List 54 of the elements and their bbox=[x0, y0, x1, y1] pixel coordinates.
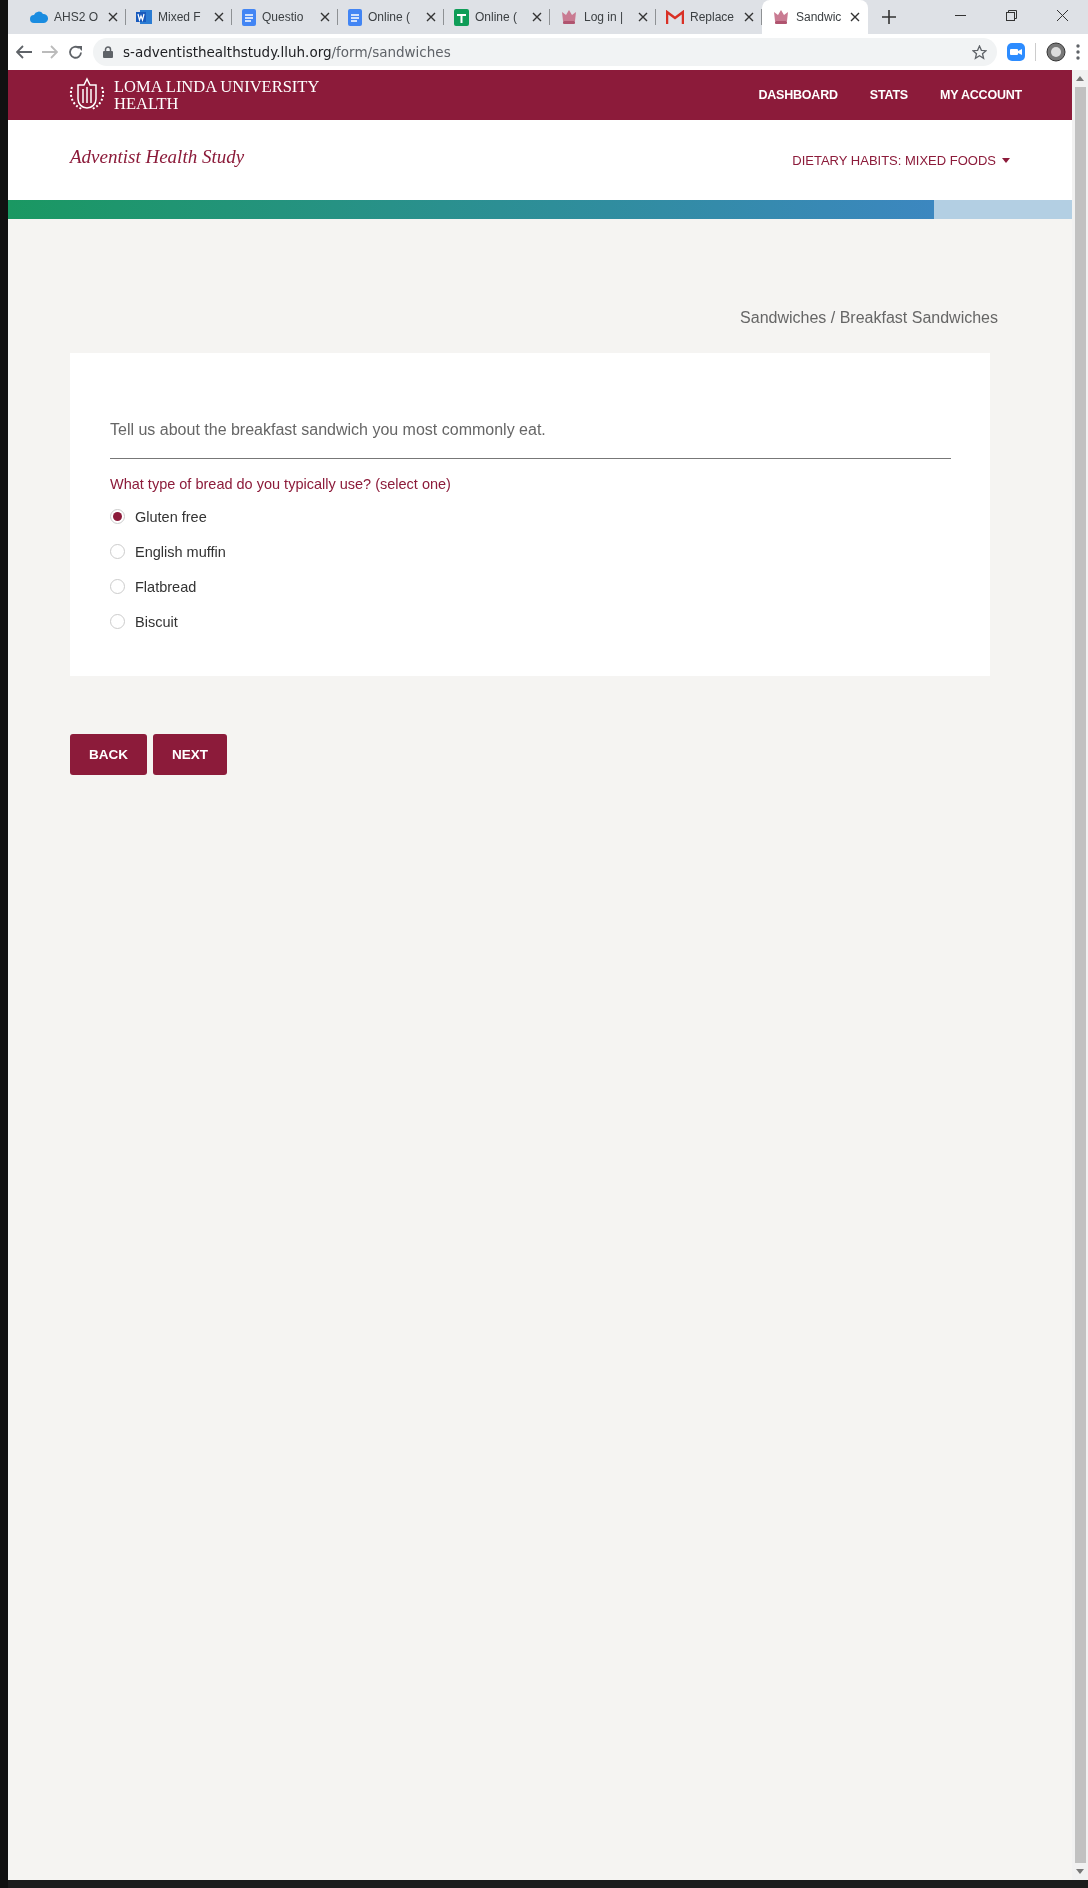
close-icon[interactable] bbox=[426, 12, 436, 22]
crest-icon bbox=[772, 9, 790, 25]
more-menu-icon[interactable] bbox=[1076, 44, 1080, 60]
browser-tab[interactable]: Online ( bbox=[444, 0, 550, 34]
option-label[interactable]: Biscuit bbox=[135, 613, 178, 630]
address-bar[interactable]: s-adventisthealthstudy.lluh.org/form/sandwiches bbox=[93, 38, 997, 66]
new-tab-icon[interactable] bbox=[882, 10, 896, 24]
close-icon[interactable] bbox=[744, 12, 754, 22]
document-icon bbox=[242, 8, 256, 26]
nav-button[interactable]: NEXT bbox=[153, 734, 227, 775]
star-icon[interactable] bbox=[972, 44, 987, 60]
university-name: LOMA LINDA UNIVERSITY HEALTH bbox=[114, 78, 320, 112]
lock-icon bbox=[103, 46, 113, 58]
restore-icon[interactable] bbox=[1006, 10, 1017, 21]
document-icon bbox=[348, 8, 362, 26]
browser-tab[interactable]: AHS2 O bbox=[20, 0, 126, 34]
scroll-up-icon[interactable] bbox=[1076, 76, 1084, 81]
profile-avatar-icon[interactable] bbox=[1046, 42, 1066, 62]
section-dropdown[interactable]: DIETARY HABITS: MIXED FOODS bbox=[792, 152, 1010, 168]
option-label[interactable]: Gluten free bbox=[135, 508, 207, 525]
browser-tab[interactable]: Questio bbox=[232, 0, 338, 34]
video-camera-icon[interactable] bbox=[1007, 43, 1025, 61]
crest-icon bbox=[560, 9, 578, 25]
close-icon[interactable] bbox=[532, 12, 542, 22]
browser-tab[interactable]: Online ( bbox=[338, 0, 444, 34]
breadcrumb: Sandwiches / Breakfast Sandwiches bbox=[740, 309, 998, 328]
browser-tab[interactable]: Mixed F bbox=[126, 0, 232, 34]
intro-text: Tell us about the breakfast sandwich you most commonly eat. bbox=[110, 420, 951, 459]
nav-button[interactable]: BACK bbox=[70, 734, 147, 775]
option-label[interactable]: English muffin bbox=[135, 543, 226, 560]
nav-link[interactable]: MY ACCOUNT bbox=[939, 88, 1022, 102]
caret-icon bbox=[1002, 157, 1010, 163]
scroll-down-icon[interactable] bbox=[1076, 1869, 1084, 1874]
back-icon[interactable] bbox=[16, 45, 32, 59]
browser-tab[interactable]: Sandwic bbox=[762, 0, 868, 34]
mail-icon bbox=[666, 10, 684, 24]
spreadsheet-icon bbox=[454, 8, 469, 26]
browser-tab[interactable]: Log in | bbox=[550, 0, 656, 34]
scrollbar-thumb[interactable] bbox=[1074, 87, 1086, 1863]
reload-icon[interactable] bbox=[68, 44, 83, 60]
cloud-icon bbox=[30, 11, 48, 23]
close-icon[interactable] bbox=[638, 12, 648, 22]
nav-link[interactable]: DASHBOARD bbox=[758, 88, 838, 102]
close-icon[interactable] bbox=[1057, 10, 1068, 21]
study-title: Adventist Health Study bbox=[70, 146, 245, 168]
close-icon[interactable] bbox=[214, 12, 224, 22]
question-text: What type of bread do you typically use? (select one) bbox=[110, 476, 452, 492]
nav-link[interactable]: STATS bbox=[869, 88, 908, 102]
close-icon[interactable] bbox=[850, 12, 860, 22]
option-label[interactable]: Flatbread bbox=[135, 578, 197, 595]
close-icon[interactable] bbox=[108, 12, 118, 22]
close-icon[interactable] bbox=[320, 12, 330, 22]
document-icon bbox=[136, 9, 152, 25]
browser-tab[interactable]: Replace bbox=[656, 0, 762, 34]
